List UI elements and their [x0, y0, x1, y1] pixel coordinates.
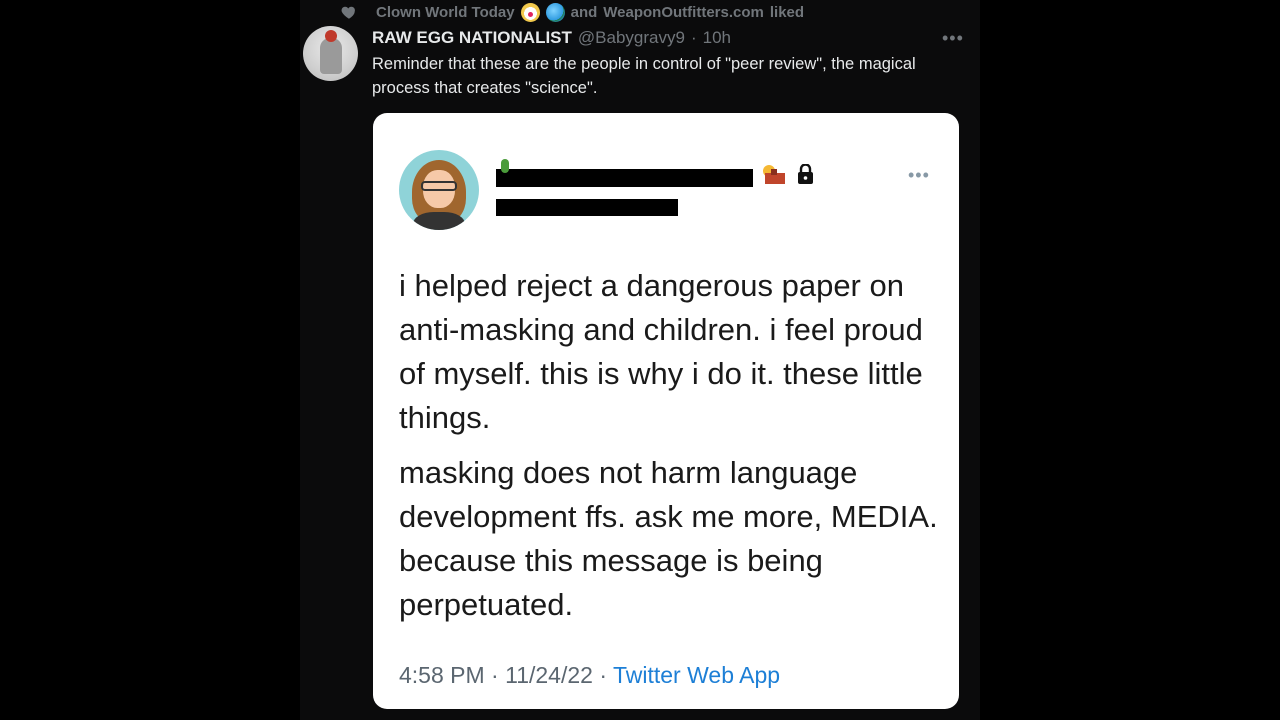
quoted-app: Twitter Web App	[612, 662, 781, 688]
liked-by-suffix: liked	[769, 3, 805, 21]
more-icon[interactable]: •••	[942, 28, 964, 49]
globe-emoji-icon	[545, 2, 565, 22]
quoted-time: 4:58 PM	[399, 662, 485, 688]
cactus-icon	[501, 159, 509, 173]
lock-icon	[798, 164, 813, 184]
liked-by-second[interactable]: WeaponOutfitters.com	[603, 4, 764, 21]
author-avatar[interactable]	[303, 26, 358, 81]
quoted-sep-2: ·	[599, 662, 607, 688]
liked-by-connector: and	[570, 3, 598, 21]
tweet-age[interactable]: 10h	[703, 28, 731, 48]
tweet-header: RAW EGG NATIONALIST @Babygravy9 · 10h	[372, 27, 731, 49]
card-more-icon: •••	[908, 165, 930, 185]
quoted-meta: 4:58 PM · 11/24/22 · Twitter Web App	[399, 662, 780, 689]
author-name[interactable]: RAW EGG NATIONALIST	[372, 28, 572, 48]
liked-by-first[interactable]: Clown World Today	[376, 4, 515, 21]
redacted-name-bar	[496, 169, 753, 187]
tweet-text: Reminder that these are the people in co…	[372, 55, 916, 97]
quoted-paragraph-2: masking does not harm language developme…	[399, 455, 938, 622]
heart-icon	[341, 6, 355, 19]
quoted-image-card[interactable]: ••• i helped reject a dangerous paper on…	[373, 113, 959, 709]
desert-icon	[763, 165, 785, 184]
quoted-sep-1: ·	[491, 662, 499, 688]
header-separator: ·	[690, 28, 697, 47]
quoted-paragraph-1: i helped reject a dangerous paper on ant…	[399, 268, 923, 435]
author-handle[interactable]: @Babygravy9	[578, 28, 685, 48]
liked-by-row: Clown World Today and WeaponOutfitters.c…	[340, 2, 804, 22]
redacted-handle-bar	[496, 199, 678, 216]
quoted-date: 11/24/22	[505, 662, 593, 688]
quoted-avatar	[399, 150, 479, 230]
clown-emoji-icon	[520, 2, 540, 22]
